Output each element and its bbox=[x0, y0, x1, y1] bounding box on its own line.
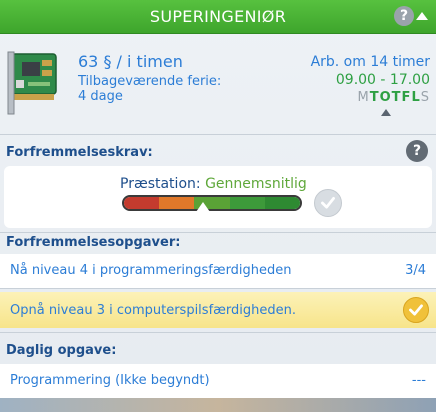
daily-task-title: Daglig opgave: bbox=[6, 343, 117, 358]
career-title: SUPERINGENIØR bbox=[149, 7, 287, 26]
day-thursday: T bbox=[391, 90, 402, 105]
divider bbox=[0, 332, 436, 333]
meter-segment bbox=[159, 197, 195, 209]
day-saturday: L bbox=[411, 90, 421, 105]
meter-segment bbox=[229, 197, 265, 209]
day-wednesday: O bbox=[379, 90, 392, 105]
promotion-requirements-title: Forfremmelseskrav: bbox=[6, 145, 153, 160]
next-work-time: Arb. om 14 timer bbox=[310, 54, 430, 70]
task-text: Opnå niveau 3 i computerspilsfærdigheden… bbox=[10, 303, 296, 318]
day-tuesday: T bbox=[369, 90, 380, 105]
task-text: Nå niveau 4 i programmeringsfærdigheden bbox=[10, 263, 292, 278]
work-days: M T O T F L S bbox=[358, 90, 430, 105]
daily-task-progress: --- bbox=[411, 373, 426, 388]
day-monday: M bbox=[357, 90, 370, 105]
promotion-help-icon[interactable]: ? bbox=[406, 140, 428, 162]
career-panel: SUPERINGENIØR ? 63 § / i timen Tilbagevæ… bbox=[0, 0, 436, 412]
circuit-board-icon bbox=[7, 51, 57, 115]
divider bbox=[0, 134, 436, 135]
today-marker-icon bbox=[381, 109, 391, 116]
meter-segment bbox=[124, 197, 160, 209]
task-row-completed[interactable]: Opnå niveau 3 i computerspilsfærdigheden… bbox=[0, 292, 436, 328]
work-hours: 09.00 - 17.00 bbox=[335, 72, 430, 88]
hourly-pay: 63 § / i timen bbox=[78, 52, 183, 71]
day-sunday: S bbox=[420, 90, 430, 105]
task-progress: 3/4 bbox=[405, 263, 426, 278]
vacation-label: Tilbageværende ferie: bbox=[78, 74, 222, 89]
requirement-check-icon bbox=[314, 189, 342, 217]
help-icon[interactable]: ? bbox=[394, 6, 414, 26]
daily-task-row[interactable]: Programmering (Ikke begyndt) --- bbox=[0, 364, 436, 398]
promotion-tasks-title: Forfremmelsesopgaver: bbox=[6, 235, 181, 250]
meter-segment bbox=[264, 197, 300, 209]
divider bbox=[0, 288, 436, 289]
vacation-value: 4 dage bbox=[78, 89, 123, 104]
background-strip bbox=[0, 398, 436, 412]
performance-value: Gennemsnitlig bbox=[205, 176, 307, 192]
divider bbox=[0, 232, 436, 233]
day-friday: F bbox=[401, 90, 412, 105]
performance-meter bbox=[122, 195, 302, 211]
performance-label: Præstation: Gennemsnitlig bbox=[120, 176, 307, 192]
task-row[interactable]: Nå niveau 4 i programmeringsfærdigheden … bbox=[0, 254, 436, 288]
task-complete-check-icon bbox=[403, 297, 429, 323]
performance-key: Præstation: bbox=[120, 176, 201, 192]
performance-marker-icon bbox=[196, 202, 210, 212]
daily-task-text: Programmering (Ikke begyndt) bbox=[10, 373, 210, 388]
collapse-arrow-icon[interactable] bbox=[416, 12, 428, 20]
career-header: SUPERINGENIØR ? bbox=[0, 0, 436, 34]
